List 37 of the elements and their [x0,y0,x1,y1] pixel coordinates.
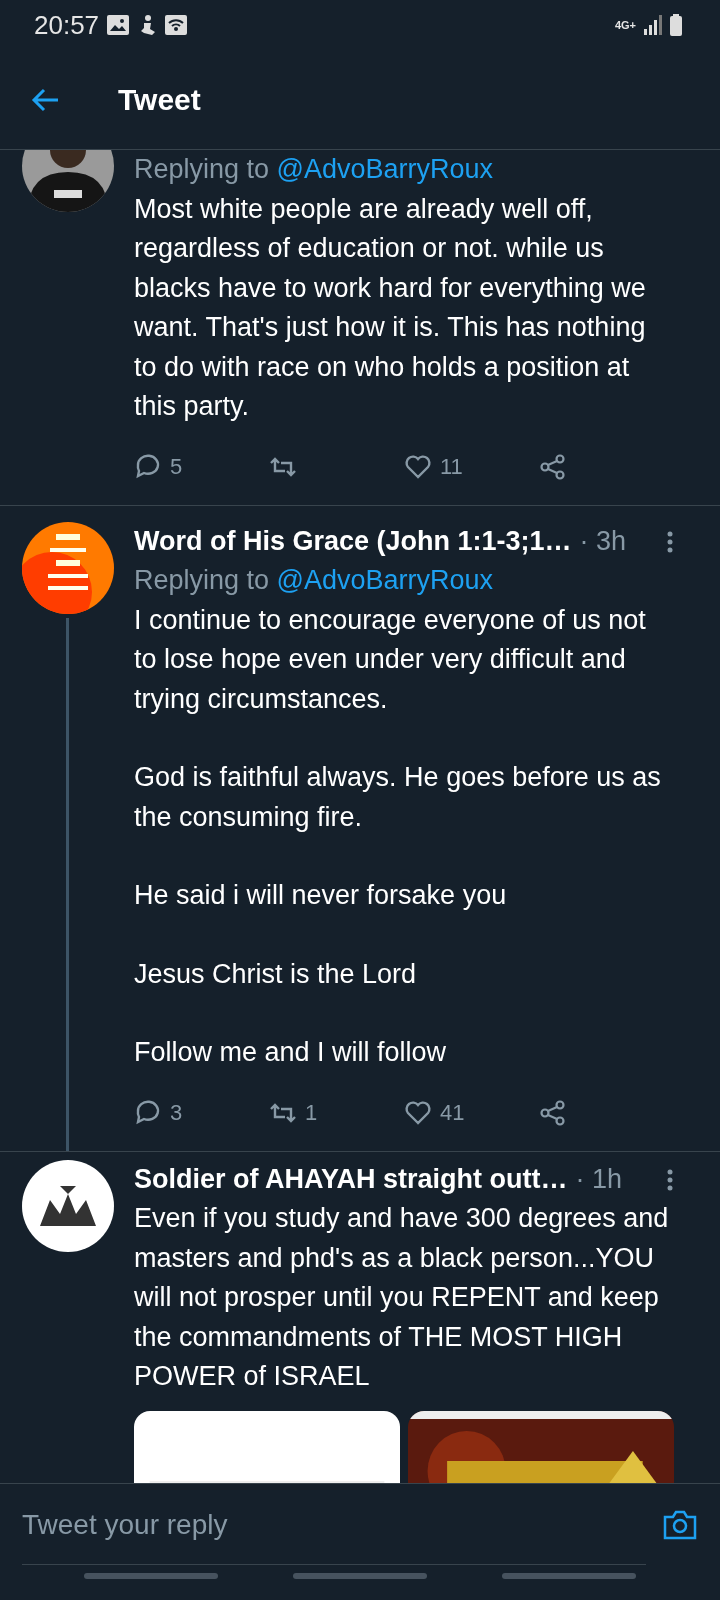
reply-icon [134,1098,162,1127]
action-button[interactable]: 3 [134,1096,183,1129]
author-name: Soldier of AHAYAH straight outt… [134,1162,568,1196]
action-button[interactable]: 11 [404,450,463,483]
heart-icon [404,452,432,481]
reply-label: Replying to [134,565,270,595]
tweet-text: Even if you study and have 300 degrees and masters and phd's as a black person...YOU will not prosper until you REPENT and keep the commandments of THE MOST HIGH POWER of ISRAEL [134,1202,670,1393]
signal-icon [644,15,662,35]
nav-handle[interactable] [83,1573,218,1579]
mention-link[interactable]: @AdvoBarryRoux [276,154,494,184]
battery-icon [670,14,682,36]
tweet-text: Most white people are already well off, regardless of education or not. while us blacks have to work hard for everything we want. That's just how it is. This has nothing to do with race on who holds a position at this party. [134,192,647,423]
clock-text: 20:57 [34,8,100,42]
reply-icon [134,452,162,481]
camera-button[interactable] [662,1508,698,1541]
heart-icon [404,1098,432,1127]
tweet-text: God is faithful always. He goes before us as the consuming fire. [134,761,662,834]
tweet-text: I continue to encourage everyone of us not to lose hope even under very difficult and trying circumstances. [134,603,647,716]
timestamp: · 3h [579,524,627,558]
action-button[interactable]: 5 [134,450,183,483]
mention-link[interactable]: @AdvoBarryRoux [276,565,494,595]
nav-handle[interactable] [502,1573,637,1579]
author-name: Word of His Grace (John 1:1-3;1… [134,524,572,558]
back-button[interactable] [30,86,60,113]
action-button[interactable]: 41 [404,1096,465,1129]
reply-label: Replying to [134,154,270,184]
reply-field[interactable]: Tweet your reply [22,1484,646,1565]
page-title: Tweet [118,81,201,118]
image-icon [107,15,130,35]
tweet-text: Follow me and I will follow [134,1036,448,1069]
nav-handle[interactable] [293,1573,427,1579]
network-label: 4G+ [614,17,636,33]
tweet-text: Jesus Christ is the Lord [134,957,418,991]
timestamp: · 1h [575,1162,623,1196]
wifi-icon [165,15,188,35]
tweet-text: He said i will never forsake you [134,879,508,912]
action-button[interactable]: 1 [269,1096,318,1129]
